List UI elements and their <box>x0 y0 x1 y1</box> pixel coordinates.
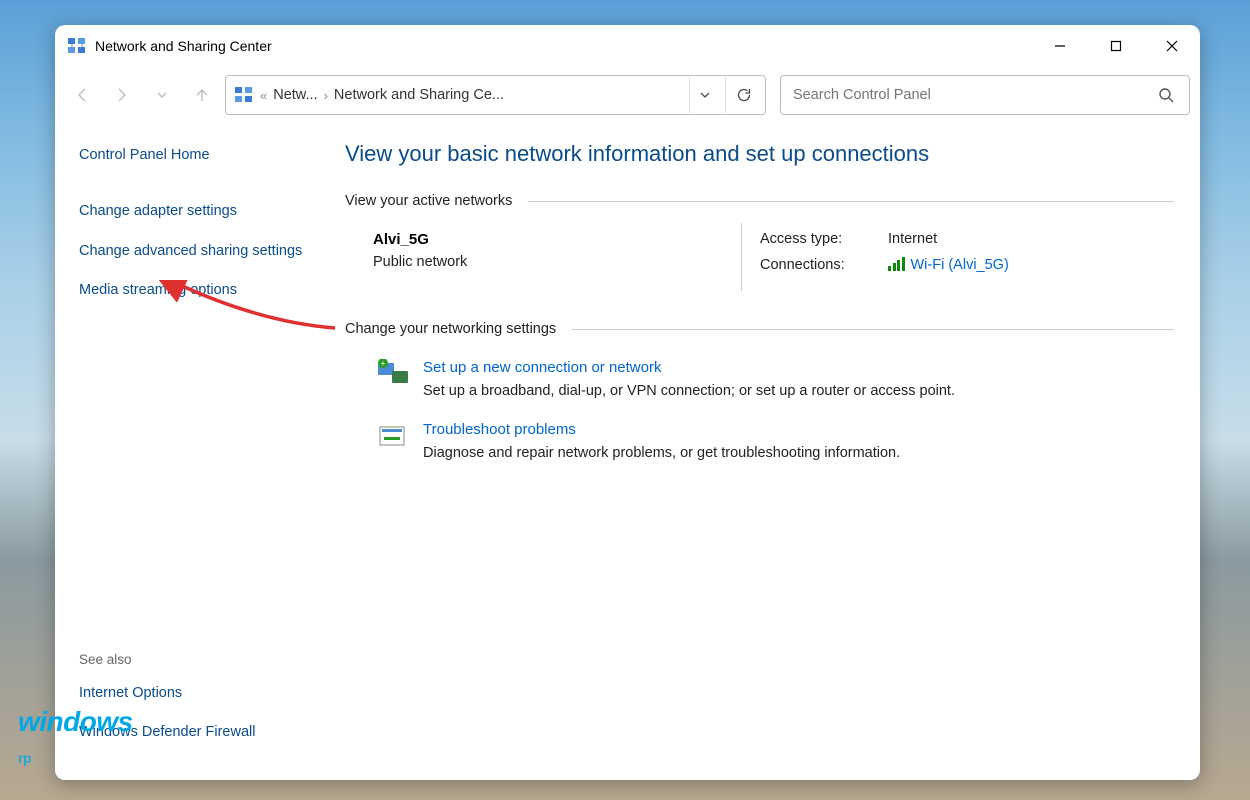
nav-back-button[interactable] <box>65 78 99 112</box>
vertical-divider <box>741 223 742 291</box>
troubleshoot-link[interactable]: Troubleshoot problems <box>423 421 576 438</box>
main-panel: View your basic network information and … <box>345 123 1200 780</box>
page-heading: View your basic network information and … <box>345 141 1174 167</box>
window: Network and Sharing Center <box>55 25 1200 780</box>
search-input[interactable] <box>793 87 1151 103</box>
app-icon <box>67 36 87 56</box>
minimize-button[interactable] <box>1032 25 1088 67</box>
titlebar: Network and Sharing Center <box>55 25 1200 67</box>
window-title: Network and Sharing Center <box>95 38 272 54</box>
access-type-value: Internet <box>888 231 937 247</box>
network-info: Alvi_5G Public network <box>373 231 723 283</box>
section-active-label: View your active networks <box>345 193 512 209</box>
nav-recent-button[interactable] <box>145 78 179 112</box>
setup-connection-desc: Set up a broadband, dial-up, or VPN conn… <box>423 383 955 399</box>
address-icon <box>234 85 254 105</box>
chevron-left-icon: « <box>260 88 267 103</box>
svg-text:+: + <box>381 359 386 368</box>
network-type: Public network <box>373 254 723 270</box>
setup-connection-link[interactable]: Set up a new connection or network <box>423 359 661 376</box>
sidebar-home-link[interactable]: Control Panel Home <box>79 145 325 167</box>
network-details: Access type: Internet Connections: Wi-Fi… <box>760 231 1009 283</box>
search-box[interactable] <box>780 75 1190 115</box>
setup-connection-item: + Set up a new connection or network Set… <box>373 359 1174 399</box>
section-change-label: Change your networking settings <box>345 321 556 337</box>
access-type-label: Access type: <box>760 231 888 247</box>
content: Control Panel Home Change adapter settin… <box>55 123 1200 780</box>
connection-name: Wi-Fi (Alvi_5G) <box>911 257 1009 273</box>
address-bar[interactable]: « Netw... › Network and Sharing Ce... <box>225 75 766 115</box>
nav-up-button[interactable] <box>185 78 219 112</box>
active-network-block: Alvi_5G Public network Access type: Inte… <box>373 231 1174 283</box>
setup-connection-icon: + <box>373 359 415 395</box>
wifi-signal-icon <box>888 257 905 271</box>
chevron-right-icon: › <box>324 88 328 103</box>
divider <box>572 329 1174 330</box>
section-active-networks: View your active networks <box>345 193 1174 209</box>
refresh-button[interactable] <box>725 77 761 113</box>
watermark: windows rp <box>18 706 133 770</box>
troubleshoot-desc: Diagnose and repair network problems, or… <box>423 445 900 461</box>
troubleshoot-icon <box>373 421 415 457</box>
watermark-sub: rp <box>18 750 31 766</box>
divider <box>528 201 1174 202</box>
maximize-button[interactable] <box>1088 25 1144 67</box>
sidebar-link-media-streaming[interactable]: Media streaming options <box>79 280 325 302</box>
breadcrumb-seg-1[interactable]: Netw... <box>273 87 317 103</box>
search-button[interactable] <box>1151 77 1181 113</box>
sidebar-link-internet-options[interactable]: Internet Options <box>79 683 325 705</box>
toolbar: « Netw... › Network and Sharing Ce... <box>55 67 1200 123</box>
watermark-text: windows <box>18 706 133 737</box>
troubleshoot-item: Troubleshoot problems Diagnose and repai… <box>373 421 1174 461</box>
sidebar-link-adapter[interactable]: Change adapter settings <box>79 201 325 223</box>
connections-label: Connections: <box>760 257 888 273</box>
address-dropdown-button[interactable] <box>689 77 719 113</box>
sidebar: Control Panel Home Change adapter settin… <box>55 123 345 780</box>
nav-forward-button[interactable] <box>105 78 139 112</box>
see-also-label: See also <box>79 652 325 667</box>
breadcrumb-seg-2[interactable]: Network and Sharing Ce... <box>334 87 504 103</box>
network-name: Alvi_5G <box>373 231 723 248</box>
close-button[interactable] <box>1144 25 1200 67</box>
sidebar-link-advanced-sharing[interactable]: Change advanced sharing settings <box>79 241 325 263</box>
connection-link[interactable]: Wi-Fi (Alvi_5G) <box>888 257 1009 273</box>
section-change-settings: Change your networking settings <box>345 321 1174 337</box>
